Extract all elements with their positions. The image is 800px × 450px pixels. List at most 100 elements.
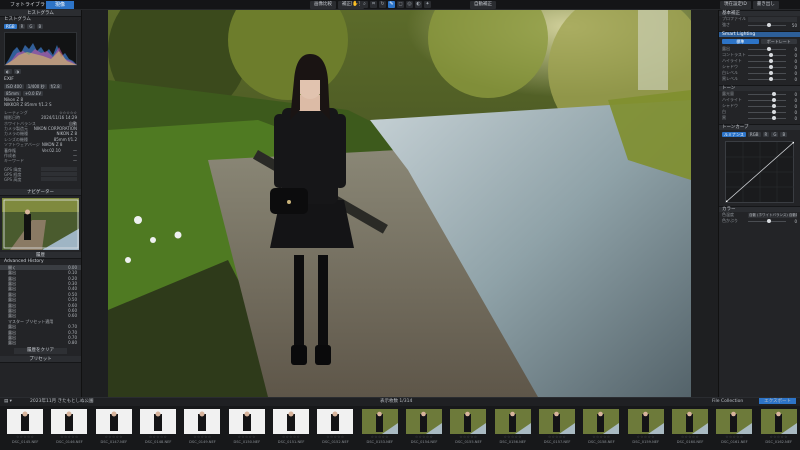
- thumbnail-rating[interactable]: ☆☆☆☆☆: [447, 435, 489, 439]
- thumbnail-rating[interactable]: ☆☆☆☆☆: [536, 435, 578, 439]
- crop-tool-icon[interactable]: ⌗: [370, 1, 377, 8]
- thumbnail-rating[interactable]: ☆☆☆☆☆: [669, 435, 711, 439]
- auto-adjust-button[interactable]: 自動補正: [470, 1, 496, 9]
- channel-rgb[interactable]: RGB: [4, 24, 17, 29]
- slider-knob[interactable]: [767, 219, 771, 223]
- thumbnail-rating[interactable]: ☆☆☆☆☆: [403, 435, 445, 439]
- slider-row[interactable]: 黒レベル 0: [719, 76, 800, 82]
- thumbnail-image: [627, 409, 664, 434]
- thumbnail[interactable]: ☆☆☆☆☆ DSC_0154.NEF: [403, 407, 445, 450]
- tab-standard[interactable]: 標準: [722, 39, 759, 44]
- compare-images-button[interactable]: 画像比較: [310, 1, 336, 9]
- channel-b[interactable]: B: [36, 24, 44, 29]
- slider-knob[interactable]: [771, 92, 776, 96]
- clear-history-button[interactable]: 履歴をクリア: [14, 347, 67, 354]
- curve-tab-r[interactable]: R: [762, 132, 770, 137]
- thumbnail[interactable]: ☆☆☆☆☆ DSC_0153.NEF: [359, 407, 401, 450]
- preset-header[interactable]: プリセット: [0, 355, 81, 363]
- thumbnail-image: [405, 409, 442, 434]
- folder-name[interactable]: 2023年11月 きたもとしぬ公園: [30, 398, 94, 406]
- filmstrip-view-icon[interactable]: ▤ ▾: [4, 398, 12, 406]
- history-header[interactable]: 履歴: [0, 251, 81, 259]
- thumbnail-filename: DSC_0148.NEF: [144, 440, 172, 444]
- thumbnail[interactable]: ☆☆☆☆☆ DSC_0152.NEF: [314, 407, 356, 450]
- slider-knob[interactable]: [767, 23, 771, 27]
- thumbnail[interactable]: ☆☆☆☆☆ DSC_0149.NEF: [181, 407, 223, 450]
- thumbnail[interactable]: ☆☆☆☆☆ DSC_0145.NEF: [4, 407, 46, 450]
- slider-knob[interactable]: [768, 65, 773, 69]
- thumbnail[interactable]: ☆☆☆☆☆ DSC_0150.NEF: [226, 407, 268, 450]
- thumbnail[interactable]: ☆☆☆☆☆ DSC_0162.NEF: [758, 407, 800, 450]
- slider-row[interactable]: 黒0: [719, 115, 800, 121]
- slider-knob[interactable]: [768, 53, 773, 57]
- thumbnail[interactable]: ☆☆☆☆☆ DSC_0156.NEF: [492, 407, 534, 450]
- slider-knob[interactable]: [771, 98, 776, 102]
- slider-knob[interactable]: [771, 104, 776, 108]
- profile-dropdown[interactable]: [748, 16, 797, 22]
- thumbnail-rating[interactable]: ☆☆☆☆☆: [270, 435, 312, 439]
- export-button[interactable]: エクスポート: [759, 398, 796, 404]
- slider-knob[interactable]: [771, 116, 776, 120]
- tab-develop[interactable]: 現像: [46, 1, 74, 9]
- thumbnail[interactable]: ☆☆☆☆☆ DSC_0147.NEF: [93, 407, 135, 450]
- thumbnail[interactable]: ☆☆☆☆☆ DSC_0155.NEF: [447, 407, 489, 450]
- thumbnail[interactable]: ☆☆☆☆☆ DSC_0157.NEF: [536, 407, 578, 450]
- curve-tab-g[interactable]: G: [771, 132, 779, 137]
- export-top-button[interactable]: 書き出し: [752, 1, 779, 9]
- curve-tab-luminance[interactable]: ルミナンス: [722, 132, 746, 137]
- mask-tool-icon[interactable]: ◐: [415, 1, 422, 8]
- thumbnail-rating[interactable]: ☆☆☆☆☆: [314, 435, 356, 439]
- thumbnail[interactable]: ☆☆☆☆☆ DSC_0146.NEF: [48, 407, 90, 450]
- brush-tool-icon[interactable]: ✎: [388, 1, 395, 8]
- tint-row[interactable]: 色かぶり 0: [719, 218, 800, 224]
- slider-knob[interactable]: [768, 59, 773, 63]
- thumbnail-rating[interactable]: ☆☆☆☆☆: [713, 435, 755, 439]
- exif-kv-row: キーワード —: [4, 158, 77, 164]
- slider-knob[interactable]: [767, 47, 771, 51]
- thumbnail-rating[interactable]: ☆☆☆☆☆: [181, 435, 223, 439]
- curve-tab-rgb[interactable]: RGB: [747, 132, 761, 137]
- thumbnail[interactable]: ☆☆☆☆☆ DSC_0151.NEF: [270, 407, 312, 450]
- spot-tool-icon[interactable]: ◎: [406, 1, 413, 8]
- thumbnail-rating[interactable]: ☆☆☆☆☆: [226, 435, 268, 439]
- thumbnail-rating[interactable]: ☆☆☆☆☆: [359, 435, 401, 439]
- history-item[interactable]: 露出 0.80: [0, 340, 81, 345]
- current-settings-button[interactable]: 現在設定ID: [720, 1, 751, 9]
- slider-knob[interactable]: [768, 77, 773, 81]
- channel-r[interactable]: R: [18, 24, 26, 29]
- thumbnail-rating[interactable]: ☆☆☆☆☆: [137, 435, 179, 439]
- thumbnail-rating[interactable]: ☆☆☆☆☆: [758, 435, 800, 439]
- thumbnail[interactable]: ☆☆☆☆☆ DSC_0161.NEF: [713, 407, 755, 450]
- channel-g[interactable]: G: [27, 24, 35, 29]
- tone-curve-editor[interactable]: [724, 140, 796, 204]
- thumbnail-rating[interactable]: ☆☆☆☆☆: [4, 435, 46, 439]
- file-collection-button[interactable]: File Collection: [712, 398, 743, 406]
- rotate-tool-icon[interactable]: ↻: [379, 1, 386, 8]
- thumbnail-rating[interactable]: ☆☆☆☆☆: [492, 435, 534, 439]
- zoom-tool-icon[interactable]: ⌕: [361, 1, 368, 8]
- thumbnail-image: [538, 409, 575, 434]
- wb-dropdown[interactable]: 自動 (ホワイトバランス) 自動補正: [748, 212, 797, 218]
- eraser-tool-icon[interactable]: ◻: [397, 1, 404, 8]
- navigator-preview[interactable]: [2, 197, 79, 250]
- slider-knob[interactable]: [768, 71, 773, 75]
- thumbnail[interactable]: ☆☆☆☆☆ DSC_0158.NEF: [580, 407, 622, 450]
- hand-tool-icon[interactable]: ✋: [352, 1, 359, 8]
- clip-highlight-icon[interactable]: ◑: [13, 69, 21, 74]
- curve-tab-b[interactable]: B: [780, 132, 788, 137]
- slider-knob[interactable]: [771, 110, 776, 114]
- thumbnail[interactable]: ☆☆☆☆☆ DSC_0148.NEF: [137, 407, 179, 450]
- thumbnail[interactable]: ☆☆☆☆☆ DSC_0160.NEF: [669, 407, 711, 450]
- navigator-header[interactable]: ナビゲーター: [0, 188, 81, 196]
- thumbnail-rating[interactable]: ☆☆☆☆☆: [580, 435, 622, 439]
- eyedropper-tool-icon[interactable]: ✦: [424, 1, 431, 8]
- histogram-header[interactable]: ヒストグラム: [0, 10, 81, 17]
- thumbnail[interactable]: ☆☆☆☆☆ DSC_0159.NEF: [625, 407, 667, 450]
- thumbnail-rating[interactable]: ☆☆☆☆☆: [93, 435, 135, 439]
- main-photo-viewer[interactable]: [108, 10, 691, 397]
- slider-row[interactable]: 強さ 50: [719, 22, 800, 28]
- clip-shadow-icon[interactable]: ◐: [4, 69, 12, 74]
- thumbnail-rating[interactable]: ☆☆☆☆☆: [48, 435, 90, 439]
- tab-portrait[interactable]: ポートレート: [760, 39, 797, 44]
- thumbnail-rating[interactable]: ☆☆☆☆☆: [625, 435, 667, 439]
